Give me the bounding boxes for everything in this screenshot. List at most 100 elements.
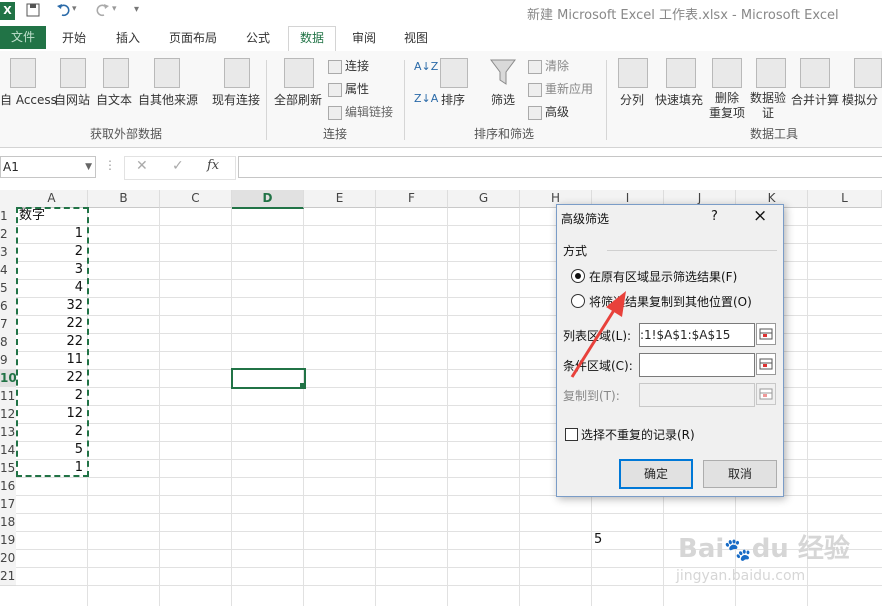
- unique-records-label[interactable]: 选择不重复的记录(R): [581, 426, 695, 443]
- tab-insert[interactable]: 插入: [106, 28, 150, 49]
- column-header[interactable]: G: [448, 190, 520, 208]
- select-all-corner[interactable]: [0, 190, 17, 208]
- chevron-down-icon[interactable]: ▼: [85, 157, 92, 177]
- other-sources-icon: [154, 58, 180, 88]
- row-header[interactable]: 15: [0, 459, 16, 478]
- help-button[interactable]: ?: [711, 209, 718, 224]
- undo-dropdown-icon[interactable]: ▾: [72, 4, 77, 22]
- column-header[interactable]: A: [16, 190, 88, 208]
- row-header[interactable]: 3: [0, 243, 16, 262]
- selected-cell[interactable]: [231, 368, 306, 389]
- existing-connections-button[interactable]: 现有连接: [208, 91, 264, 108]
- title-bar: X ▾ ▾ ▾ 新建 Microsoft Excel 工作表.xlsx - Mi…: [0, 0, 882, 24]
- consolidate-icon: [800, 58, 830, 88]
- tab-review[interactable]: 审阅: [342, 28, 386, 49]
- cancel-button[interactable]: 取消: [703, 460, 777, 488]
- tab-page-layout[interactable]: 页面布局: [160, 28, 226, 49]
- what-if-button[interactable]: 模拟分: [842, 91, 882, 108]
- save-icon[interactable]: [26, 3, 40, 21]
- column-header[interactable]: B: [88, 190, 160, 208]
- name-box[interactable]: A1 ▼: [0, 156, 96, 178]
- flash-fill-button[interactable]: 快速填充: [652, 91, 706, 108]
- connections-icon: [328, 59, 342, 74]
- column-header[interactable]: L: [808, 190, 882, 208]
- collapse-range-icon[interactable]: [756, 353, 776, 375]
- row-header[interactable]: 20: [0, 549, 16, 568]
- row-header[interactable]: 2: [0, 225, 16, 244]
- properties-icon: [328, 82, 342, 97]
- row-header[interactable]: 13: [0, 423, 16, 442]
- row-header[interactable]: 16: [0, 477, 16, 496]
- row-header[interactable]: 19: [0, 531, 16, 550]
- fill-handle[interactable]: [300, 383, 305, 388]
- row-header[interactable]: 11: [0, 387, 16, 406]
- row-header[interactable]: 5: [0, 279, 16, 298]
- column-header[interactable]: C: [160, 190, 232, 208]
- collapse-range-icon[interactable]: [756, 323, 776, 345]
- row-header[interactable]: 6: [0, 297, 16, 316]
- row-header[interactable]: 14: [0, 441, 16, 460]
- from-access-button[interactable]: 自 Access: [0, 91, 57, 108]
- tab-formulas[interactable]: 公式: [236, 28, 280, 49]
- row-header[interactable]: 4: [0, 261, 16, 280]
- filter-button[interactable]: 筛选: [486, 91, 520, 108]
- properties-button[interactable]: 属性: [328, 80, 369, 97]
- cell-i19[interactable]: 5: [594, 531, 654, 549]
- row-header[interactable]: 17: [0, 495, 16, 514]
- row-header[interactable]: 18: [0, 513, 16, 532]
- tab-file[interactable]: 文件: [0, 26, 46, 49]
- column-header[interactable]: E: [304, 190, 376, 208]
- watermark-url: jingyan.baidu.com: [676, 568, 806, 584]
- what-if-icon: [854, 58, 882, 88]
- radio-in-place[interactable]: [571, 269, 585, 283]
- row-header[interactable]: 21: [0, 567, 16, 586]
- cancel-icon[interactable]: ✕: [136, 158, 148, 174]
- from-text-button[interactable]: 自文本: [94, 91, 134, 108]
- formula-input[interactable]: [238, 156, 882, 178]
- mode-section-label: 方式: [563, 244, 588, 258]
- advanced-filter-button[interactable]: 高级: [528, 103, 569, 120]
- row-header[interactable]: 7: [0, 315, 16, 334]
- enter-icon[interactable]: ✓: [172, 158, 184, 174]
- row-header[interactable]: 12: [0, 405, 16, 424]
- row-header[interactable]: 10: [0, 369, 17, 388]
- clear-button[interactable]: 清除: [528, 57, 569, 74]
- ok-button[interactable]: 确定: [619, 459, 693, 489]
- customize-toolbar-icon[interactable]: ▾: [134, 4, 139, 22]
- sort-asc-icon[interactable]: A↓Z: [414, 60, 438, 73]
- remove-duplicates-button[interactable]: 删除 重复项: [708, 91, 746, 121]
- undo-icon[interactable]: [56, 3, 72, 21]
- list-range-input[interactable]: :1!$A$1:$A$15: [639, 323, 755, 347]
- ribbon-tabs: 文件 开始 插入 页面布局 公式 数据 审阅 视图: [0, 24, 882, 52]
- sort-desc-icon[interactable]: Z↓A: [414, 92, 438, 105]
- redo-icon[interactable]: [94, 3, 110, 21]
- radio-dot-icon: [575, 273, 581, 279]
- from-web-button[interactable]: 自网站: [52, 91, 92, 108]
- unique-records-checkbox[interactable]: [565, 428, 578, 441]
- data-validation-button[interactable]: 数据验证: [748, 91, 788, 121]
- connections-button[interactable]: 连接: [328, 57, 369, 74]
- sort-button[interactable]: 排序: [437, 91, 469, 108]
- row-header[interactable]: 9: [0, 351, 16, 370]
- reapply-button[interactable]: 重新应用: [528, 80, 593, 97]
- from-other-sources-button[interactable]: 自其他来源: [136, 91, 200, 108]
- tab-home[interactable]: 开始: [52, 28, 96, 49]
- tab-data[interactable]: 数据: [288, 26, 336, 52]
- column-header[interactable]: F: [376, 190, 448, 208]
- refresh-all-button[interactable]: 全部刷新: [270, 91, 326, 108]
- row-header[interactable]: 8: [0, 333, 16, 352]
- redo-dropdown-icon[interactable]: ▾: [112, 4, 117, 22]
- more-icon: ⋮: [104, 158, 116, 172]
- text-to-columns-button[interactable]: 分列: [614, 91, 650, 108]
- row-header[interactable]: 1: [0, 207, 16, 226]
- group-label-data-tools: 数据工具: [750, 127, 799, 141]
- remove-duplicates-icon: [712, 58, 742, 88]
- close-button[interactable]: ×: [753, 206, 767, 226]
- consolidate-button[interactable]: 合并计算: [790, 91, 840, 108]
- column-header[interactable]: D: [232, 190, 304, 209]
- tab-view[interactable]: 视图: [394, 28, 438, 49]
- insert-function-icon[interactable]: fx: [207, 158, 219, 173]
- criteria-range-input[interactable]: [639, 353, 755, 377]
- option-in-place-label[interactable]: 在原有区域显示筛选结果(F): [589, 268, 737, 285]
- edit-links-button[interactable]: 编辑链接: [328, 103, 393, 120]
